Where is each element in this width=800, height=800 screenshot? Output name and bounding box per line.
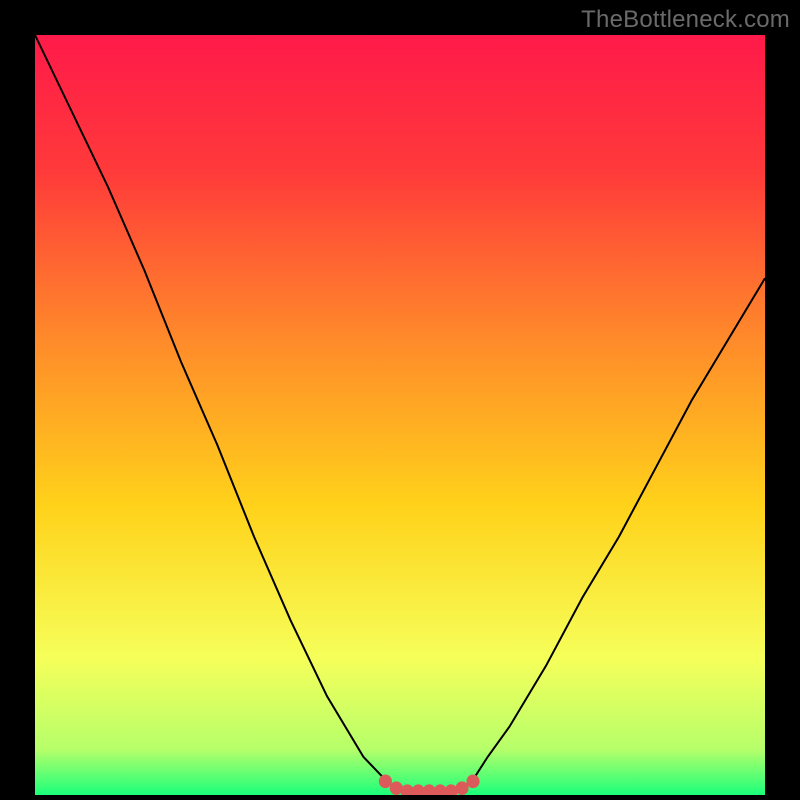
marker-dot (445, 784, 458, 795)
marker-dot (455, 781, 468, 795)
gradient-background (35, 35, 765, 795)
marker-dot (434, 784, 447, 795)
marker-dot (390, 781, 403, 795)
marker-dot (379, 774, 392, 788)
marker-dot (466, 774, 479, 788)
bottleneck-curve (35, 35, 765, 791)
chart-plot (35, 35, 765, 795)
marker-dot (401, 784, 414, 795)
optimal-range-markers (379, 774, 480, 795)
watermark-text: TheBottleneck.com (581, 6, 790, 34)
marker-dot (423, 784, 436, 795)
chart-frame: TheBottleneck.com (0, 0, 800, 800)
marker-dot (412, 784, 425, 795)
